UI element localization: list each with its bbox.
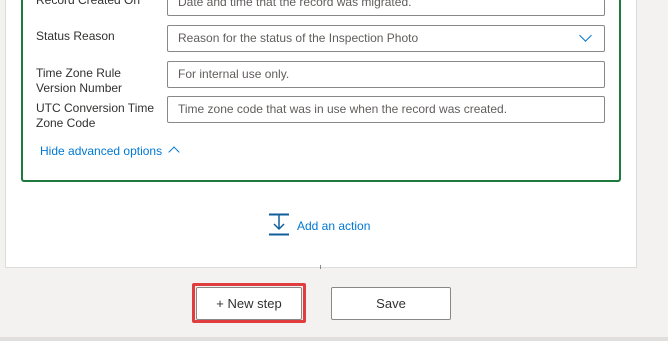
hide-advanced-options-link[interactable]: Hide advanced options bbox=[40, 144, 180, 158]
record-created-on-label: Record Created On bbox=[36, 0, 141, 7]
chevron-down-icon[interactable] bbox=[579, 29, 592, 42]
new-step-button[interactable]: + New step bbox=[196, 287, 302, 320]
chevron-up-icon bbox=[168, 146, 180, 158]
status-reason-value: Reason for the status of the Inspection … bbox=[178, 31, 419, 45]
bottom-divider bbox=[0, 337, 668, 341]
utc-conversion-label: UTC Conversion Time Zone Code bbox=[36, 101, 155, 130]
add-action-icon bbox=[269, 213, 289, 236]
status-reason-select[interactable]: Reason for the status of the Inspection … bbox=[167, 25, 605, 52]
time-zone-rule-field[interactable]: For internal use only. bbox=[167, 61, 605, 88]
utc-conversion-field[interactable]: Time zone code that was in use when the … bbox=[167, 96, 605, 123]
add-action-label: Add an action bbox=[297, 219, 371, 233]
flow-connector bbox=[320, 265, 321, 269]
time-zone-rule-label: Time Zone Rule Version Number bbox=[36, 66, 123, 95]
record-created-on-field[interactable]: Date and time that the record was migrat… bbox=[167, 0, 605, 16]
save-button[interactable]: Save bbox=[331, 287, 451, 320]
hide-advanced-options-label: Hide advanced options bbox=[40, 144, 163, 158]
status-reason-label: Status Reason bbox=[36, 29, 115, 43]
